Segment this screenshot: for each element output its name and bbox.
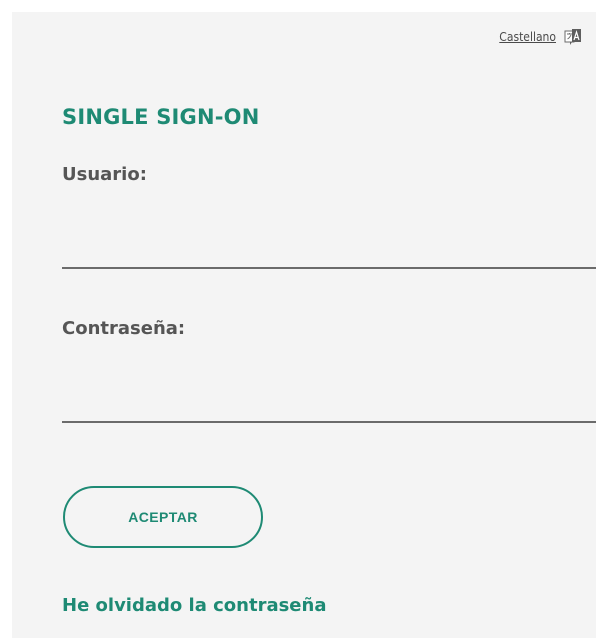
page-title: SINGLE SIGN-ON [62, 105, 260, 129]
login-panel: Castellano SINGLE SIGN-ON Usuario: Contr… [12, 12, 596, 638]
username-input[interactable] [62, 223, 596, 269]
translate-icon[interactable] [564, 28, 582, 46]
forgot-password-link[interactable]: He olvidado la contraseña [62, 595, 326, 616]
username-label: Usuario: [62, 164, 147, 185]
accept-button[interactable]: ACEPTAR [63, 486, 263, 548]
language-label[interactable]: Castellano [499, 30, 556, 44]
password-input[interactable] [62, 377, 596, 423]
password-label: Contraseña: [62, 318, 186, 339]
language-selector[interactable]: Castellano [499, 28, 582, 46]
